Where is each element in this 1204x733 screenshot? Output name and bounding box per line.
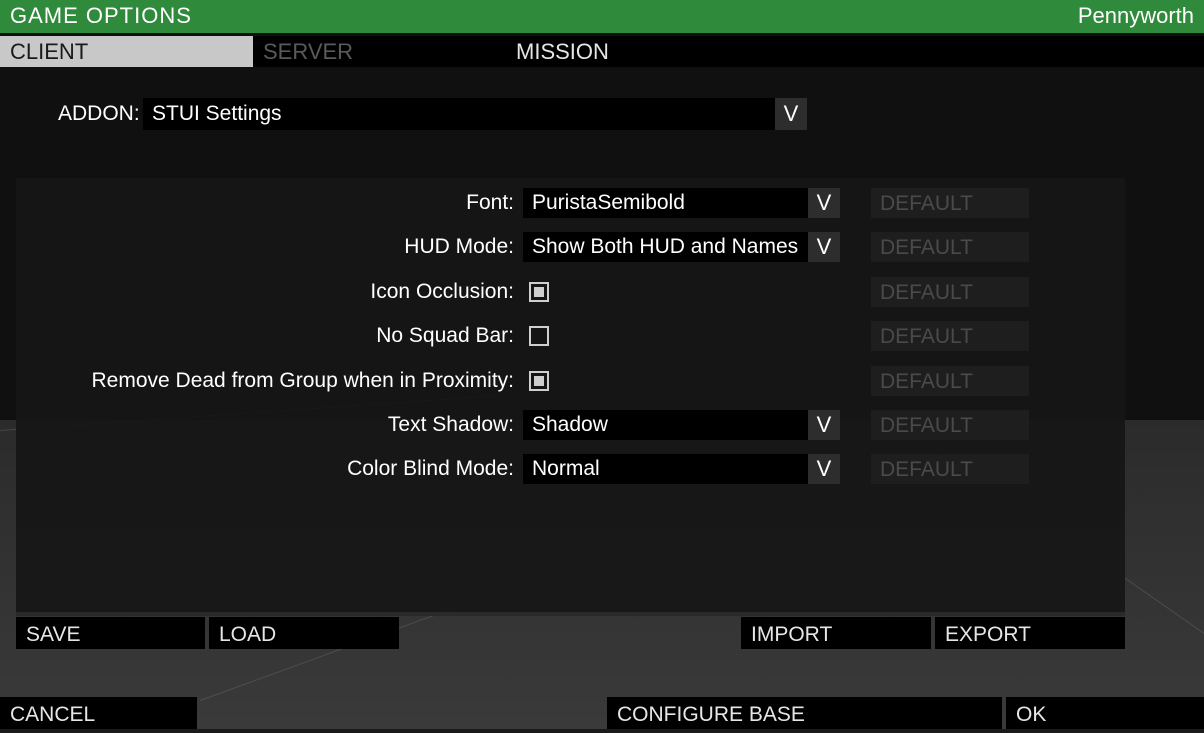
chevron-down-icon[interactable]: V: [775, 98, 807, 130]
color-blind-default-button[interactable]: DEFAULT: [871, 454, 1029, 484]
setting-label: Icon Occlusion:: [370, 280, 514, 303]
color-blind-dropdown-value: Normal: [532, 457, 600, 480]
text-shadow-default-button[interactable]: DEFAULT: [871, 410, 1029, 440]
setting-row-icon-occlusion: Icon Occlusion: DEFAULT: [16, 277, 1125, 307]
tab-client[interactable]: CLIENT: [0, 36, 253, 67]
setting-row-color-blind: Color Blind Mode: Normal V DEFAULT: [16, 454, 1125, 484]
addon-dropdown[interactable]: STUI Settings V: [143, 98, 807, 130]
text-shadow-dropdown[interactable]: Shadow V: [523, 410, 840, 440]
no-squad-bar-default-button[interactable]: DEFAULT: [871, 321, 1029, 351]
setting-row-font: Font: PuristaSemibold V DEFAULT: [16, 188, 1125, 218]
font-default-button[interactable]: DEFAULT: [871, 188, 1029, 218]
hud-mode-dropdown[interactable]: Show Both HUD and Names V: [523, 232, 840, 262]
remove-dead-default-button[interactable]: DEFAULT: [871, 366, 1029, 396]
remove-dead-checkbox[interactable]: [529, 371, 549, 391]
configure-base-button[interactable]: CONFIGURE BASE: [607, 697, 1002, 729]
footer-bar: CANCEL CONFIGURE BASE OK: [0, 697, 1204, 729]
setting-label: No Squad Bar:: [376, 324, 514, 347]
setting-row-no-squad-bar: No Squad Bar: DEFAULT: [16, 321, 1125, 351]
cancel-button[interactable]: CANCEL: [0, 697, 197, 729]
icon-occlusion-checkbox[interactable]: [529, 282, 549, 302]
font-dropdown-value: PuristaSemibold: [532, 191, 685, 214]
import-button[interactable]: IMPORT: [741, 617, 931, 649]
setting-row-remove-dead: Remove Dead from Group when in Proximity…: [16, 366, 1125, 396]
no-squad-bar-checkbox[interactable]: [529, 326, 549, 346]
text-shadow-dropdown-value: Shadow: [532, 413, 608, 436]
hud-mode-default-button[interactable]: DEFAULT: [871, 232, 1029, 262]
setting-label: HUD Mode:: [404, 235, 514, 258]
chevron-down-icon[interactable]: V: [808, 188, 840, 218]
font-dropdown[interactable]: PuristaSemibold V: [523, 188, 840, 218]
setting-label: Font:: [466, 191, 514, 214]
color-blind-dropdown[interactable]: Normal V: [523, 454, 840, 484]
title-bar: GAME OPTIONS Pennyworth: [0, 0, 1204, 33]
chevron-down-icon[interactable]: V: [808, 410, 840, 440]
save-button[interactable]: SAVE: [16, 617, 205, 649]
setting-label: Remove Dead from Group when in Proximity…: [91, 369, 515, 392]
setting-row-hud-mode: HUD Mode: Show Both HUD and Names V DEFA…: [16, 232, 1125, 262]
load-button[interactable]: LOAD: [209, 617, 399, 649]
player-name: Pennyworth: [1077, 3, 1194, 28]
icon-occlusion-default-button[interactable]: DEFAULT: [871, 277, 1029, 307]
tab-server[interactable]: SERVER: [253, 36, 506, 67]
setting-label: Color Blind Mode:: [347, 457, 514, 480]
addon-dropdown-value: STUI Settings: [152, 102, 282, 125]
panel-divider: [16, 612, 1125, 616]
hud-mode-dropdown-value: Show Both HUD and Names: [532, 235, 799, 258]
setting-label: Text Shadow:: [387, 413, 514, 436]
setting-row-text-shadow: Text Shadow: Shadow V DEFAULT: [16, 410, 1125, 440]
window-title: GAME OPTIONS: [10, 3, 192, 28]
export-button[interactable]: EXPORT: [935, 617, 1125, 649]
addon-label: ADDON:: [58, 102, 140, 125]
ok-button[interactable]: OK: [1006, 697, 1204, 729]
chevron-down-icon[interactable]: V: [808, 232, 840, 262]
tab-bar: CLIENT SERVER MISSION: [0, 36, 1204, 67]
tab-mission[interactable]: MISSION: [506, 36, 759, 67]
chevron-down-icon[interactable]: V: [808, 454, 840, 484]
